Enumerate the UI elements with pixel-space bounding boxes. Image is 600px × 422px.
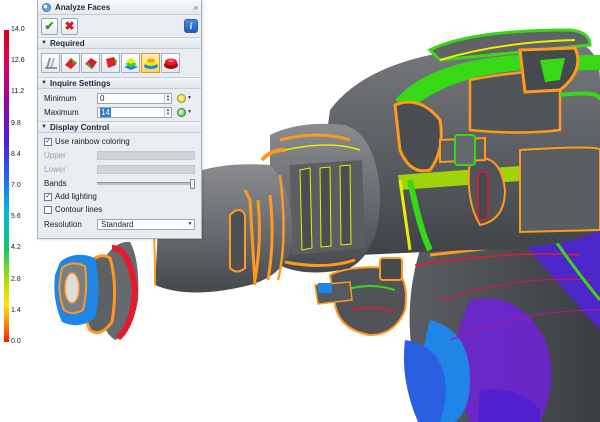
action-row: ✔ ✖ i xyxy=(38,15,201,37)
legend-tick xyxy=(4,161,12,162)
checkmark-icon: ✔ xyxy=(44,19,55,33)
panel-title: Analyze Faces xyxy=(55,2,111,12)
lower-row: Lower xyxy=(38,162,201,176)
legend-tick xyxy=(4,67,12,68)
tool-curvature-red[interactable] xyxy=(81,53,100,73)
minimum-spinner[interactable]: ▲ ▼ xyxy=(164,93,171,103)
draft-analysis-icon xyxy=(44,58,57,69)
minimum-row: Minimum 0 ▲ ▼ ▼ xyxy=(38,91,201,105)
x-icon: ✖ xyxy=(64,19,75,33)
resolution-row: Resolution Standard ▼ xyxy=(38,217,201,231)
tool-draft-analysis[interactable] xyxy=(41,53,60,73)
legend-label: 9.8 xyxy=(11,119,21,127)
section-display-header[interactable]: ▼ Display Control xyxy=(38,121,201,133)
analyze-faces-panel: Analyze Faces » ✔ ✖ i ▼ Required ▼ Inqui… xyxy=(37,0,202,239)
upper-row: Upper xyxy=(38,148,201,162)
tool-stacked-pads[interactable] xyxy=(141,53,160,73)
legend-label: 8.4 xyxy=(11,150,21,158)
legend-label: 5.6 xyxy=(11,213,21,221)
section-inquire-header[interactable]: ▼ Inquire Settings xyxy=(38,77,201,89)
tool-curvature-red-green[interactable] xyxy=(61,53,80,73)
add-lighting-row[interactable]: ✓ Add lighting xyxy=(38,190,201,203)
tool-rainbow-layers[interactable] xyxy=(121,53,140,73)
curvature-red-green-icon xyxy=(64,58,77,69)
contour-lines-row[interactable]: Contour lines xyxy=(38,203,201,216)
lower-color-field xyxy=(97,164,195,174)
section-display-label: Display Control xyxy=(49,122,110,132)
legend-tick xyxy=(4,130,12,131)
stacked-pads-icon xyxy=(143,58,158,69)
legend-color-bar xyxy=(4,30,9,342)
legend-tick xyxy=(4,98,12,99)
legend-label: 0.0 xyxy=(11,338,21,345)
maximum-input[interactable]: 14 ▲ ▼ xyxy=(97,106,172,118)
legend-tick xyxy=(4,223,12,224)
add-lighting-checkbox[interactable]: ✓ xyxy=(44,192,52,201)
legend-label: 11.2 xyxy=(11,88,25,96)
maximum-value: 14 xyxy=(100,107,111,117)
info-button[interactable]: i xyxy=(184,19,198,33)
section-required-label: Required xyxy=(49,38,85,48)
legend-tick xyxy=(4,286,12,287)
legend-label: 4.2 xyxy=(11,244,21,252)
rainbow-coloring-row[interactable]: ✓ Use rainbow coloring xyxy=(38,135,201,148)
section-required-header[interactable]: ▼ Required xyxy=(38,37,201,49)
resolution-label: Resolution xyxy=(44,219,82,229)
collapse-panel-icon[interactable]: » xyxy=(194,3,199,12)
bands-slider[interactable] xyxy=(97,178,195,189)
panel-title-bar: Analyze Faces » xyxy=(38,0,201,15)
upper-color-field xyxy=(97,150,195,160)
contour-lines-checkbox[interactable] xyxy=(44,205,52,214)
resolution-value: Standard xyxy=(101,219,134,229)
collapse-triangle-icon: ▼ xyxy=(41,80,47,86)
add-lighting-label: Add lighting xyxy=(55,192,97,201)
minimum-value: 0 xyxy=(100,93,105,103)
maximum-spinner[interactable]: ▲ ▼ xyxy=(164,107,171,117)
collapse-triangle-icon: ▼ xyxy=(41,40,47,46)
resolution-select[interactable]: Standard ▼ xyxy=(97,218,195,230)
red-shell-icon xyxy=(163,58,178,69)
section-inquire-label: Inquire Settings xyxy=(49,78,111,88)
dropdown-arrow-icon[interactable]: ▼ xyxy=(187,109,192,115)
lower-label: Lower xyxy=(44,164,66,174)
info-icon: i xyxy=(189,21,193,31)
legend-label: 14.0 xyxy=(11,26,25,33)
legend-label: 1.4 xyxy=(11,306,21,314)
maximum-row: Maximum 14 ▲ ▼ ▼ xyxy=(38,105,201,119)
tool-red-shell[interactable] xyxy=(161,53,180,73)
analysis-type-toolbar xyxy=(38,49,201,77)
contour-lines-label: Contour lines xyxy=(55,205,103,214)
pick-point-icon[interactable] xyxy=(177,93,186,103)
rainbow-coloring-checkbox[interactable]: ✓ xyxy=(44,137,52,146)
legend-tick xyxy=(4,317,12,318)
bands-row: Bands xyxy=(38,176,201,190)
pick-point-icon[interactable] xyxy=(177,107,186,117)
dropdown-arrow-icon[interactable]: ▼ xyxy=(187,95,192,101)
bands-label: Bands xyxy=(44,178,67,188)
tool-undercut[interactable] xyxy=(101,53,120,73)
cancel-button[interactable]: ✖ xyxy=(61,17,78,35)
rainbow-coloring-label: Use rainbow coloring xyxy=(55,137,130,146)
legend-tick xyxy=(4,192,12,193)
minimum-input[interactable]: 0 ▲ ▼ xyxy=(97,92,172,104)
upper-label: Upper xyxy=(44,150,66,160)
undercut-icon xyxy=(105,57,117,68)
minimum-label: Minimum xyxy=(44,93,77,103)
analyze-app-icon xyxy=(42,2,51,12)
ok-button[interactable]: ✔ xyxy=(41,17,58,35)
maximum-label: Maximum xyxy=(44,107,79,117)
legend-label: 12.6 xyxy=(11,57,25,65)
curvature-red-icon xyxy=(84,58,97,69)
legend-label: 7.0 xyxy=(11,182,21,189)
collapse-triangle-icon: ▼ xyxy=(41,124,47,130)
rainbow-layers-icon xyxy=(123,58,138,70)
chevron-down-icon: ▼ xyxy=(187,221,193,227)
bands-slider-thumb[interactable] xyxy=(190,178,195,189)
legend-tick xyxy=(4,254,12,255)
legend-label: 2.8 xyxy=(11,275,21,283)
